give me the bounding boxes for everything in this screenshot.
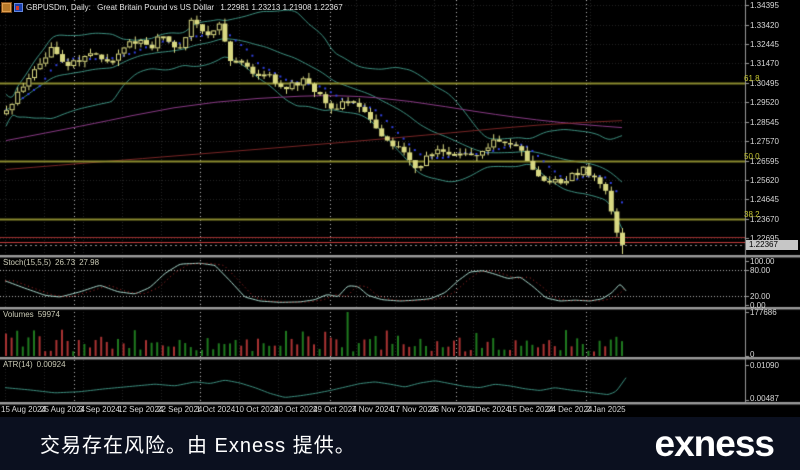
- price-tick-label: 1.34395: [750, 1, 779, 10]
- stochastic-label: Stoch(15,5,5)26.7327.98: [3, 258, 103, 267]
- price-tick-label: 1.31470: [750, 59, 779, 68]
- date-tick-label: 20 Oct 2024: [274, 405, 318, 414]
- volume-max-label: 177686: [750, 308, 777, 317]
- fib-level-label: 61.8: [744, 74, 760, 83]
- chart-title-bar: GBPUSDm, Daily: Great Britain Pound vs U…: [2, 2, 347, 13]
- volumes-label: Volumes59974: [3, 310, 64, 319]
- date-tick-label: 3 Sep 2024: [79, 405, 120, 414]
- stoch-level-label: 20.00: [750, 292, 770, 301]
- chart-title: GBPUSDm, Daily: Great Britain Pound vs U…: [26, 3, 347, 12]
- volume-min-label: 0: [750, 350, 754, 359]
- symbol-period-label: GBPUSDm, Daily:: [26, 3, 91, 12]
- exness-logo[interactable]: exness: [655, 423, 775, 465]
- price-tick-label: 1.29520: [750, 98, 779, 107]
- symbol-description: Great Britain Pound vs US Dollar: [97, 3, 214, 12]
- stoch-level-label: 100.00: [750, 257, 774, 266]
- fib-level-label: 38.2: [744, 210, 760, 219]
- price-tick-label: 1.33420: [750, 21, 779, 30]
- atr-max-label: 0.01090: [750, 361, 779, 370]
- date-tick-label: 7 Nov 2024: [352, 405, 393, 414]
- price-tick-label: 1.27570: [750, 137, 779, 146]
- atr-label: ATR(14)0.00924: [3, 360, 70, 369]
- price-tick-label: 1.24645: [750, 195, 779, 204]
- date-tick-label: 29 Oct 2024: [313, 405, 357, 414]
- trading-terminal: GBPUSDm, Daily: Great Britain Pound vs U…: [0, 0, 800, 470]
- exness-ad-banner: 交易存在风险。由 Exness 提供。 exness: [0, 417, 800, 470]
- metatrader-logo-icon: [14, 3, 23, 12]
- date-tick-label: 5 Dec 2024: [469, 405, 510, 414]
- price-tick-label: 1.25620: [750, 176, 779, 185]
- atr-min-label: 0.00487: [750, 394, 779, 403]
- stoch-level-label: 80.00: [750, 266, 770, 275]
- ohlc-values: 1.22981 1.23213 1.21908 1.22367: [220, 3, 342, 12]
- price-chart-canvas[interactable]: [0, 0, 800, 417]
- current-price-badge: 1.22367: [746, 240, 798, 250]
- risk-warning-text: 交易存在风险。由 Exness 提供。: [40, 429, 356, 458]
- price-tick-label: 1.28545: [750, 118, 779, 127]
- fib-level-label: 50.0: [744, 152, 760, 161]
- chart-grid-icon: [2, 3, 11, 12]
- price-tick-label: 1.32445: [750, 40, 779, 49]
- date-tick-label: 10 Oct 2024: [235, 405, 279, 414]
- date-tick-label: 2 Jan 2025: [586, 405, 626, 414]
- date-tick-label: 1 Oct 2024: [196, 405, 235, 414]
